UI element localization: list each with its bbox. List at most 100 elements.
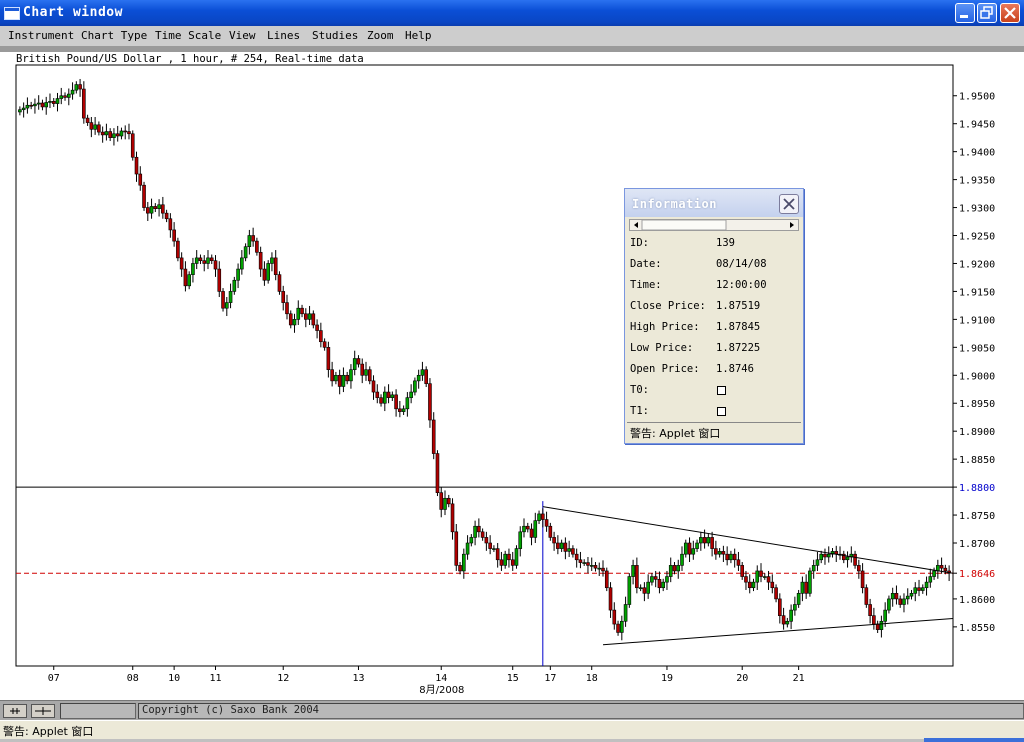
candle-body [345,374,349,382]
candle-body [544,519,549,527]
candle-body [108,131,112,138]
x-tick-label: 15 [507,673,519,684]
menu-time-scale[interactable]: Time Scale [155,29,221,42]
candle-body [33,103,37,107]
y-tick-label: 1.9400 [959,148,995,159]
candle-body [224,302,229,309]
candle-body [826,553,831,558]
candle-body [902,598,906,605]
candle-body [326,347,331,370]
x-tick-label: 10 [168,673,180,684]
candle-body [522,525,526,533]
candle-body [653,576,658,580]
applet-status-bar: 警告: Applet 窗口 [0,720,1024,739]
menu-zoom[interactable]: Zoom [367,29,394,42]
candle-body [277,274,282,292]
x-tick-label: 08 [127,673,139,684]
candle-body [875,623,880,630]
candle-body [183,268,188,287]
pin-button[interactable] [3,704,27,718]
price-chart[interactable]: 1.9500 1.9450 1.9400 1.9350 1.9300 1.9250 1.92… [0,52,1024,700]
candle-body [213,260,218,270]
info-label-high: High Price: [630,321,700,333]
information-close-button[interactable] [779,194,799,214]
candle-body [492,548,496,550]
candle-body [304,313,308,320]
candle-body [819,553,824,561]
candle-body [179,257,184,270]
candle-body [638,587,643,590]
candle-body [747,581,752,589]
candle-body [631,565,635,577]
information-window[interactable]: Information ID: 139 Date: 08/14/08 Time:… [624,188,804,444]
minimize-button[interactable] [955,3,975,23]
scroll-thumb[interactable] [641,219,727,231]
candle-body [288,313,293,326]
menu-view[interactable]: View [229,29,256,42]
candle-body [112,133,116,138]
candle-body [785,620,790,625]
candle-body [920,587,925,591]
close-button[interactable] [1000,3,1020,23]
scroll-right-icon[interactable] [790,222,794,228]
crosshair-line-button[interactable] [31,704,55,718]
candle-body [431,419,436,454]
candle-body [240,257,244,270]
candle-body [439,492,444,510]
menu-lines[interactable]: Lines [267,29,300,42]
candle-body [386,391,391,398]
candle-body [330,369,334,382]
information-scrollbar[interactable] [629,219,799,231]
candle-body [142,184,146,208]
candle-body [469,537,474,544]
candle-body [759,570,763,577]
candle-body [702,537,707,544]
menu-instrument[interactable]: Instrument [8,29,74,42]
x-tick-label: 18 [586,673,598,684]
candle-body [255,240,259,253]
information-titlebar[interactable]: Information [625,189,803,217]
candle-body [428,383,432,421]
candle-body [890,593,895,600]
t0-checkbox[interactable] [717,386,726,395]
candle-body [499,559,504,566]
candle-body [465,542,470,555]
menu-chart-type[interactable]: Chart Type [81,29,147,42]
candle-body [262,268,267,281]
candle-body [164,212,169,220]
candle-body [273,257,278,275]
candle-body [725,553,729,561]
info-label-t1: T1: [630,405,649,417]
candle-body [66,93,71,98]
candle-body [578,559,583,563]
minimize-icon [960,15,968,18]
pin-icon [10,708,20,714]
menu-studies[interactable]: Studies [312,29,358,42]
x-tick-label: 19 [661,673,673,684]
candle-body [744,576,748,583]
y-tick-label: 1.8550 [959,623,995,634]
candle-body [379,397,383,404]
candle-body [770,581,775,589]
maximize-button[interactable] [977,3,997,23]
candle-body [537,513,541,521]
info-value-time: 12:00:00 [716,279,767,291]
candle-body [191,263,195,275]
y-tick-label: 1.9250 [959,232,995,243]
candle-body [100,131,105,136]
status-progress [924,738,1024,742]
candle-body [608,587,613,611]
candle-body [371,380,376,393]
candle-body [533,520,538,538]
scroll-left-icon[interactable] [634,222,638,228]
info-label-time: Time: [630,279,662,291]
candle-body [552,537,556,544]
t1-checkbox[interactable] [717,407,726,416]
menu-help[interactable]: Help [405,29,432,42]
candle-body [104,131,109,136]
candle-body [477,525,481,533]
candle-body [458,565,462,572]
candle-body [36,102,41,105]
candle-body [597,567,602,570]
candle-body [755,570,760,583]
